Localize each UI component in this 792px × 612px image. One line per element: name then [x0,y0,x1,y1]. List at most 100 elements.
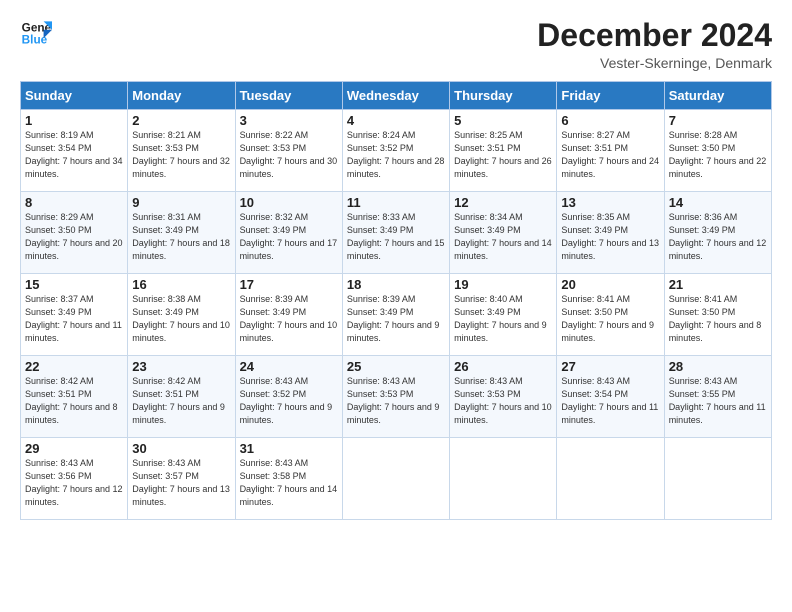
cell-week1-day3: 4 Sunrise: 8:24 AMSunset: 3:52 PMDayligh… [342,110,449,192]
day-number: 29 [25,441,123,456]
cell-week2-day5: 13 Sunrise: 8:35 AMSunset: 3:49 PMDaylig… [557,192,664,274]
cell-week1-day1: 2 Sunrise: 8:21 AMSunset: 3:53 PMDayligh… [128,110,235,192]
cell-week2-day1: 9 Sunrise: 8:31 AMSunset: 3:49 PMDayligh… [128,192,235,274]
day-info: Sunrise: 8:40 AMSunset: 3:49 PMDaylight:… [454,294,547,343]
cell-week5-day1: 30 Sunrise: 8:43 AMSunset: 3:57 PMDaylig… [128,438,235,520]
cell-week4-day6: 28 Sunrise: 8:43 AMSunset: 3:55 PMDaylig… [664,356,771,438]
day-number: 21 [669,277,767,292]
header: General Blue December 2024 Vester-Skerni… [20,18,772,71]
cell-week1-day0: 1 Sunrise: 8:19 AMSunset: 3:54 PMDayligh… [21,110,128,192]
day-info: Sunrise: 8:42 AMSunset: 3:51 PMDaylight:… [132,376,225,425]
week-row-1: 1 Sunrise: 8:19 AMSunset: 3:54 PMDayligh… [21,110,772,192]
day-number: 28 [669,359,767,374]
cell-week4-day1: 23 Sunrise: 8:42 AMSunset: 3:51 PMDaylig… [128,356,235,438]
day-info: Sunrise: 8:41 AMSunset: 3:50 PMDaylight:… [561,294,654,343]
cell-week2-day3: 11 Sunrise: 8:33 AMSunset: 3:49 PMDaylig… [342,192,449,274]
day-info: Sunrise: 8:43 AMSunset: 3:52 PMDaylight:… [240,376,333,425]
header-row: Sunday Monday Tuesday Wednesday Thursday… [21,82,772,110]
cell-week3-day3: 18 Sunrise: 8:39 AMSunset: 3:49 PMDaylig… [342,274,449,356]
cell-week4-day5: 27 Sunrise: 8:43 AMSunset: 3:54 PMDaylig… [557,356,664,438]
cell-week5-day6 [664,438,771,520]
day-number: 13 [561,195,659,210]
cell-week1-day5: 6 Sunrise: 8:27 AMSunset: 3:51 PMDayligh… [557,110,664,192]
day-info: Sunrise: 8:28 AMSunset: 3:50 PMDaylight:… [669,130,767,179]
page: General Blue December 2024 Vester-Skerni… [0,0,792,612]
day-number: 17 [240,277,338,292]
day-info: Sunrise: 8:43 AMSunset: 3:55 PMDaylight:… [669,376,766,425]
location: Vester-Skerninge, Denmark [537,55,772,71]
cell-week4-day3: 25 Sunrise: 8:43 AMSunset: 3:53 PMDaylig… [342,356,449,438]
day-info: Sunrise: 8:33 AMSunset: 3:49 PMDaylight:… [347,212,445,261]
day-info: Sunrise: 8:39 AMSunset: 3:49 PMDaylight:… [240,294,338,343]
day-number: 25 [347,359,445,374]
cell-week3-day0: 15 Sunrise: 8:37 AMSunset: 3:49 PMDaylig… [21,274,128,356]
day-info: Sunrise: 8:43 AMSunset: 3:58 PMDaylight:… [240,458,338,507]
day-number: 3 [240,113,338,128]
col-wednesday: Wednesday [342,82,449,110]
cell-week1-day6: 7 Sunrise: 8:28 AMSunset: 3:50 PMDayligh… [664,110,771,192]
cell-week3-day2: 17 Sunrise: 8:39 AMSunset: 3:49 PMDaylig… [235,274,342,356]
cell-week3-day5: 20 Sunrise: 8:41 AMSunset: 3:50 PMDaylig… [557,274,664,356]
day-info: Sunrise: 8:36 AMSunset: 3:49 PMDaylight:… [669,212,767,261]
day-number: 5 [454,113,552,128]
day-number: 20 [561,277,659,292]
day-info: Sunrise: 8:29 AMSunset: 3:50 PMDaylight:… [25,212,123,261]
cell-week5-day5 [557,438,664,520]
cell-week5-day3 [342,438,449,520]
cell-week3-day4: 19 Sunrise: 8:40 AMSunset: 3:49 PMDaylig… [450,274,557,356]
logo-icon: General Blue [20,18,52,50]
cell-week5-day0: 29 Sunrise: 8:43 AMSunset: 3:56 PMDaylig… [21,438,128,520]
day-number: 11 [347,195,445,210]
day-info: Sunrise: 8:31 AMSunset: 3:49 PMDaylight:… [132,212,230,261]
cell-week4-day4: 26 Sunrise: 8:43 AMSunset: 3:53 PMDaylig… [450,356,557,438]
day-number: 24 [240,359,338,374]
day-number: 4 [347,113,445,128]
col-saturday: Saturday [664,82,771,110]
day-number: 19 [454,277,552,292]
day-number: 31 [240,441,338,456]
day-number: 30 [132,441,230,456]
day-info: Sunrise: 8:39 AMSunset: 3:49 PMDaylight:… [347,294,440,343]
day-number: 23 [132,359,230,374]
col-sunday: Sunday [21,82,128,110]
calendar: Sunday Monday Tuesday Wednesday Thursday… [20,81,772,520]
cell-week5-day4 [450,438,557,520]
day-info: Sunrise: 8:22 AMSunset: 3:53 PMDaylight:… [240,130,338,179]
day-number: 6 [561,113,659,128]
cell-week1-day2: 3 Sunrise: 8:22 AMSunset: 3:53 PMDayligh… [235,110,342,192]
day-number: 9 [132,195,230,210]
cell-week2-day6: 14 Sunrise: 8:36 AMSunset: 3:49 PMDaylig… [664,192,771,274]
day-number: 2 [132,113,230,128]
cell-week4-day2: 24 Sunrise: 8:43 AMSunset: 3:52 PMDaylig… [235,356,342,438]
cell-week1-day4: 5 Sunrise: 8:25 AMSunset: 3:51 PMDayligh… [450,110,557,192]
week-row-4: 22 Sunrise: 8:42 AMSunset: 3:51 PMDaylig… [21,356,772,438]
week-row-3: 15 Sunrise: 8:37 AMSunset: 3:49 PMDaylig… [21,274,772,356]
cell-week2-day4: 12 Sunrise: 8:34 AMSunset: 3:49 PMDaylig… [450,192,557,274]
day-info: Sunrise: 8:43 AMSunset: 3:56 PMDaylight:… [25,458,123,507]
title-block: December 2024 Vester-Skerninge, Denmark [537,18,772,71]
day-info: Sunrise: 8:27 AMSunset: 3:51 PMDaylight:… [561,130,659,179]
day-number: 8 [25,195,123,210]
day-info: Sunrise: 8:24 AMSunset: 3:52 PMDaylight:… [347,130,445,179]
cell-week2-day2: 10 Sunrise: 8:32 AMSunset: 3:49 PMDaylig… [235,192,342,274]
week-row-2: 8 Sunrise: 8:29 AMSunset: 3:50 PMDayligh… [21,192,772,274]
day-info: Sunrise: 8:43 AMSunset: 3:54 PMDaylight:… [561,376,658,425]
day-info: Sunrise: 8:37 AMSunset: 3:49 PMDaylight:… [25,294,122,343]
cell-week2-day0: 8 Sunrise: 8:29 AMSunset: 3:50 PMDayligh… [21,192,128,274]
month-title: December 2024 [537,18,772,53]
cell-week5-day2: 31 Sunrise: 8:43 AMSunset: 3:58 PMDaylig… [235,438,342,520]
col-monday: Monday [128,82,235,110]
cell-week3-day1: 16 Sunrise: 8:38 AMSunset: 3:49 PMDaylig… [128,274,235,356]
cell-week3-day6: 21 Sunrise: 8:41 AMSunset: 3:50 PMDaylig… [664,274,771,356]
day-info: Sunrise: 8:19 AMSunset: 3:54 PMDaylight:… [25,130,123,179]
day-number: 7 [669,113,767,128]
day-number: 10 [240,195,338,210]
day-number: 26 [454,359,552,374]
day-number: 12 [454,195,552,210]
day-number: 14 [669,195,767,210]
day-info: Sunrise: 8:38 AMSunset: 3:49 PMDaylight:… [132,294,230,343]
day-number: 22 [25,359,123,374]
day-info: Sunrise: 8:34 AMSunset: 3:49 PMDaylight:… [454,212,552,261]
day-number: 16 [132,277,230,292]
logo: General Blue [20,18,52,50]
